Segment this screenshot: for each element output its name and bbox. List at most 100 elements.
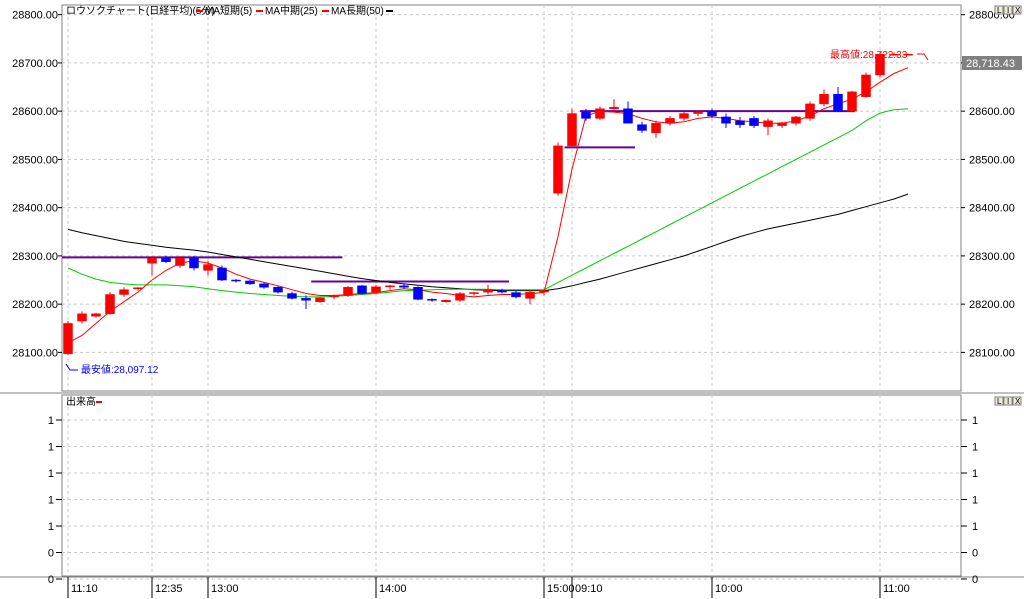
candle-body	[637, 124, 647, 131]
candle-body	[301, 298, 311, 301]
x-tick-label: 12:35	[155, 583, 183, 595]
volume-plot-area	[61, 394, 962, 577]
x-tick-label: 11:00	[883, 583, 910, 595]
candle-body	[525, 291, 535, 299]
candle-body	[553, 145, 563, 194]
candle-body	[189, 258, 199, 269]
legend-ma-short: MA短期(5)	[205, 4, 252, 17]
candle-body	[749, 118, 759, 126]
candle-body	[357, 285, 367, 294]
candle-body	[861, 74, 871, 97]
volume-y-tick-label-right: 1	[972, 521, 978, 533]
candle-body	[623, 108, 633, 124]
candle-body	[287, 293, 297, 299]
candle-body	[371, 286, 381, 293]
candle-body	[567, 113, 577, 147]
svg-text:L: L	[997, 397, 1002, 406]
volume-close-button[interactable]: X	[1012, 396, 1022, 406]
candle-body	[147, 258, 157, 264]
candle-body	[819, 94, 829, 105]
volume-y-tick-label: 1	[48, 495, 54, 507]
y-tick-label: 28700.00	[12, 58, 58, 70]
main-legend: ロウソクチャート(日経平均)(5分) MA短期(5) MA中期(25) MA長期…	[66, 4, 393, 17]
y-tick-label-right: 28100.00	[969, 347, 1015, 359]
legend-ma-long: MA長期(50)	[331, 5, 384, 17]
y-tick-label-right: 28400.00	[969, 203, 1015, 215]
volume-y-tick-label-right: 1	[972, 495, 978, 507]
volume-y-tick-label-right: 1	[972, 442, 978, 454]
volume-log-button[interactable]: L	[994, 396, 1004, 406]
candle-body	[273, 287, 283, 293]
main-close-button[interactable]: X	[1012, 5, 1022, 15]
volume-y-tick-label: 1	[48, 442, 54, 454]
y-tick-label: 28100.00	[12, 347, 58, 359]
candle-body	[77, 313, 87, 322]
candle-body	[455, 293, 465, 301]
main-log-button[interactable]: L	[994, 5, 1004, 15]
y-tick-label-right: 28200.00	[969, 299, 1015, 311]
candle-body	[385, 285, 395, 288]
volume-y-tick-label: 1	[48, 521, 54, 533]
volume-title: 出来高	[66, 395, 96, 408]
candle-body	[609, 107, 619, 109]
candle-body	[161, 258, 171, 262]
candle-body	[119, 289, 129, 295]
candle-body	[847, 91, 857, 112]
candle-body	[483, 289, 493, 293]
volume-y-tick-label-right: 1	[972, 468, 978, 480]
y-tick-label: 28500.00	[12, 154, 58, 166]
x-tick-label: 13:00	[211, 583, 239, 595]
x-tick-label: 10:00	[715, 583, 743, 595]
candle-body	[679, 113, 689, 119]
candle-body	[469, 292, 479, 294]
candle-body	[133, 287, 143, 289]
candle-body	[91, 313, 101, 317]
volume-y-tick-label-right: 1	[972, 415, 978, 427]
main-info-button[interactable]: I	[1003, 5, 1013, 15]
candle-body	[665, 118, 675, 124]
y-tick-label: 28800.00	[12, 10, 58, 22]
high-price-label: 最高値:28,722.33	[830, 48, 908, 61]
x-tick-label: 11:10	[71, 583, 98, 595]
svg-text:X: X	[1015, 6, 1021, 15]
main-panel-buttons: L I X	[994, 5, 1022, 15]
candle-body	[441, 300, 451, 302]
volume-info-button[interactable]: I	[1003, 396, 1013, 406]
legend-ma-mid: MA中期(25)	[265, 4, 318, 17]
candle-body	[231, 279, 241, 282]
y-tick-label-right: 28600.00	[969, 106, 1015, 118]
current-price: 28,718.43	[966, 58, 1015, 70]
volume-panel-buttons: L I X	[994, 396, 1022, 406]
current-price-tag: 28,718.43	[962, 56, 1022, 70]
candlestick-chart: 28800.00 28700.00 28600.00 28500.00 28400.00…	[0, 0, 1024, 599]
candle-body	[413, 287, 423, 300]
candle-body	[217, 267, 227, 281]
candle-body	[707, 110, 717, 117]
candle-body	[735, 120, 745, 125]
candle-body	[175, 258, 185, 266]
y-tick-label-right: 28500.00	[969, 154, 1015, 166]
svg-text:I: I	[1007, 397, 1009, 406]
candle-body	[777, 122, 787, 126]
candle-body	[539, 290, 549, 293]
candle-body	[791, 116, 801, 124]
candle-body	[693, 111, 703, 114]
candle-body	[343, 287, 353, 296]
candle-body	[245, 280, 255, 285]
volume-y-tick-label-right: 0	[972, 574, 978, 586]
volume-y-tick-label: 1	[48, 415, 54, 427]
svg-text:X: X	[1015, 397, 1021, 406]
y-tick-label: 28400.00	[12, 203, 58, 215]
candle-body	[833, 94, 843, 112]
candle-body	[595, 108, 605, 119]
candle-body	[399, 285, 409, 288]
candle-body	[511, 292, 521, 298]
candle-body	[315, 297, 325, 302]
candle-body	[329, 295, 339, 298]
x-tick-label: 15:00	[547, 583, 575, 595]
svg-text:L: L	[997, 6, 1002, 15]
y-tick-label-right: 28300.00	[969, 251, 1015, 263]
volume-y-tick-label: 0	[48, 574, 54, 586]
candle-body	[259, 283, 269, 288]
candle-body	[581, 111, 591, 119]
